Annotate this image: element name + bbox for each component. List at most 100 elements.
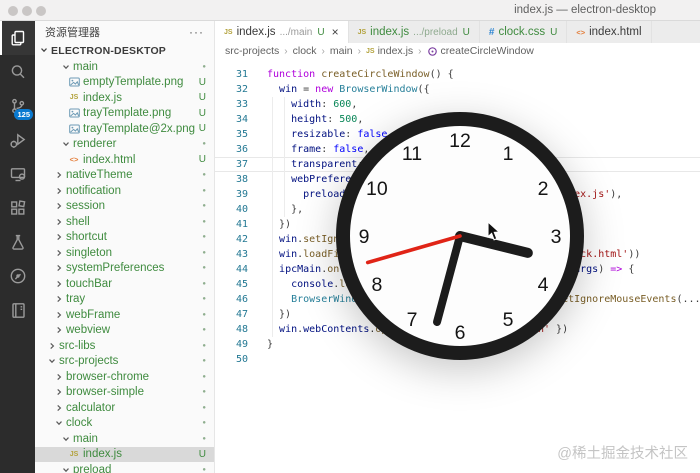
tree-item-index.js[interactable]: JSindex.jsU	[35, 447, 214, 463]
line-number: 34	[215, 112, 248, 127]
mouse-cursor	[487, 221, 501, 242]
tree-item-traytemplate@2x.png[interactable]: trayTemplate@2x.pngU	[35, 121, 214, 137]
tree-item-browser-chrome[interactable]: browser-chrome●	[35, 369, 214, 385]
line-number: 39	[215, 187, 248, 202]
flask-icon	[8, 232, 28, 252]
breadcrumb-item-index.js[interactable]: JSindex.js	[366, 45, 413, 57]
tree-item-touchbar[interactable]: touchBar●	[35, 276, 214, 292]
tree-root-electron-desktop[interactable]: ELECTRON-DESKTOP	[35, 43, 214, 59]
file-tree: main●emptyTemplate.pngUJSindex.jsUtrayTe…	[35, 59, 214, 473]
modified-dot-badge: ●	[202, 250, 214, 256]
zoom-window-button[interactable]	[36, 6, 46, 16]
breadcrumb-item-createcirclewindow[interactable]: createCircleWindow	[427, 45, 534, 57]
line-number: 33	[215, 97, 248, 112]
minimize-window-button[interactable]	[22, 6, 32, 16]
tree-item-calculator[interactable]: calculator●	[35, 400, 214, 416]
clock-overlay-window[interactable]: 123456789101112	[330, 106, 590, 366]
untracked-badge: U	[199, 108, 214, 119]
tree-item-shortcut[interactable]: shortcut●	[35, 230, 214, 246]
tree-item-label: src-projects	[59, 355, 202, 367]
activity-item-search[interactable]	[0, 55, 35, 89]
activity-item-explorer[interactable]	[0, 21, 35, 55]
tree-item-preload[interactable]: preload●	[35, 462, 214, 473]
tree-item-webframe[interactable]: webFrame●	[35, 307, 214, 323]
close-tab-icon[interactable]: ×	[332, 25, 339, 39]
tab-index.html[interactable]: <>index.html	[567, 21, 651, 43]
activity-item-notebook[interactable]	[0, 293, 35, 327]
indent-guide	[284, 97, 285, 217]
untracked-badge: U	[199, 449, 214, 460]
image-file-icon	[68, 108, 80, 118]
line-number: 40	[215, 202, 248, 217]
tree-item-traytemplate.png[interactable]: trayTemplate.pngU	[35, 106, 214, 122]
image-file-icon	[68, 124, 80, 134]
dial-icon	[8, 266, 28, 286]
activity-item-timer-tool[interactable]	[0, 259, 35, 293]
tree-item-main[interactable]: main●	[35, 59, 214, 75]
tab-label: index.js	[237, 26, 276, 38]
modified-dot-badge: ●	[202, 234, 214, 240]
activity-item-extensions[interactable]	[0, 191, 35, 225]
svg-text:7: 7	[407, 309, 418, 331]
line-number: 41	[215, 217, 248, 232]
breadcrumb-separator: ›	[284, 46, 287, 57]
activity-item-testing[interactable]	[0, 225, 35, 259]
breadcrumb-separator: ›	[322, 46, 325, 57]
code-line-31: 31function createCircleWindow() {	[215, 67, 700, 82]
line-number: 50	[215, 352, 248, 367]
scm-changes-badge: 125	[14, 109, 33, 120]
more-actions-icon[interactable]: ···	[189, 25, 204, 39]
tree-item-src-projects[interactable]: src-projects●	[35, 354, 214, 370]
line-number: 48	[215, 322, 248, 337]
modified-dot-badge: ●	[202, 343, 214, 349]
chevron-right-icon	[54, 186, 64, 196]
activity-item-remote-explorer[interactable]	[0, 157, 35, 191]
tree-item-shell[interactable]: shell●	[35, 214, 214, 230]
tree-item-label: webFrame	[66, 309, 202, 321]
activity-bar: 125	[0, 21, 35, 473]
chevron-right-icon	[47, 341, 57, 351]
breadcrumb-item-main[interactable]: main	[330, 45, 353, 57]
root-folder-label: ELECTRON-DESKTOP	[51, 45, 166, 57]
modified-dot-badge: ●	[202, 312, 214, 318]
search-icon	[8, 62, 28, 82]
tab-index.js[interactable]: JSindex.js.../preloadU	[349, 21, 480, 43]
tree-item-session[interactable]: session●	[35, 199, 214, 215]
tree-item-browser-simple[interactable]: browser-simple●	[35, 385, 214, 401]
tab-clock.css[interactable]: #clock.cssU	[480, 21, 567, 43]
js-file-icon: JS	[68, 451, 80, 458]
tree-item-webview[interactable]: webview●	[35, 323, 214, 339]
activity-item-source-control[interactable]: 125	[0, 89, 35, 123]
tree-item-notification[interactable]: notification●	[35, 183, 214, 199]
tree-item-index.html[interactable]: <>index.htmlU	[35, 152, 214, 168]
untracked-badge: U	[317, 27, 324, 38]
line-number: 36	[215, 142, 248, 157]
tree-item-label: tray	[66, 293, 202, 305]
tree-item-label: renderer	[73, 138, 202, 150]
tree-item-nativetheme[interactable]: nativeTheme●	[35, 168, 214, 184]
tree-item-singleton[interactable]: singleton●	[35, 245, 214, 261]
tree-item-label: notification	[66, 185, 202, 197]
tree-item-emptytemplate.png[interactable]: emptyTemplate.pngU	[35, 75, 214, 91]
line-number: 31	[215, 67, 248, 82]
tree-item-main[interactable]: main●	[35, 431, 214, 447]
tree-item-label: trayTemplate.png	[83, 107, 199, 119]
tree-item-systempreferences[interactable]: systemPreferences●	[35, 261, 214, 277]
untracked-badge: U	[199, 92, 214, 103]
close-window-button[interactable]	[8, 6, 18, 16]
tree-item-clock[interactable]: clock●	[35, 416, 214, 432]
breadcrumb-item-clock[interactable]: clock	[293, 45, 317, 57]
activity-item-run-debug[interactable]	[0, 123, 35, 157]
html-file-icon: <>	[68, 155, 80, 164]
tab-index.js[interactable]: JSindex.js.../mainU×	[215, 21, 349, 43]
breadcrumb-item-src-projects[interactable]: src-projects	[225, 45, 279, 57]
tree-item-tray[interactable]: tray●	[35, 292, 214, 308]
untracked-badge: U	[199, 123, 214, 134]
html-file-icon: <>	[576, 28, 585, 37]
chevron-down-icon	[61, 434, 71, 444]
code-line-32: 32 win = new BrowserWindow({	[215, 82, 700, 97]
line-number: 38	[215, 172, 248, 187]
tree-item-renderer[interactable]: renderer●	[35, 137, 214, 153]
tree-item-src-libs[interactable]: src-libs●	[35, 338, 214, 354]
tree-item-index.js[interactable]: JSindex.jsU	[35, 90, 214, 106]
